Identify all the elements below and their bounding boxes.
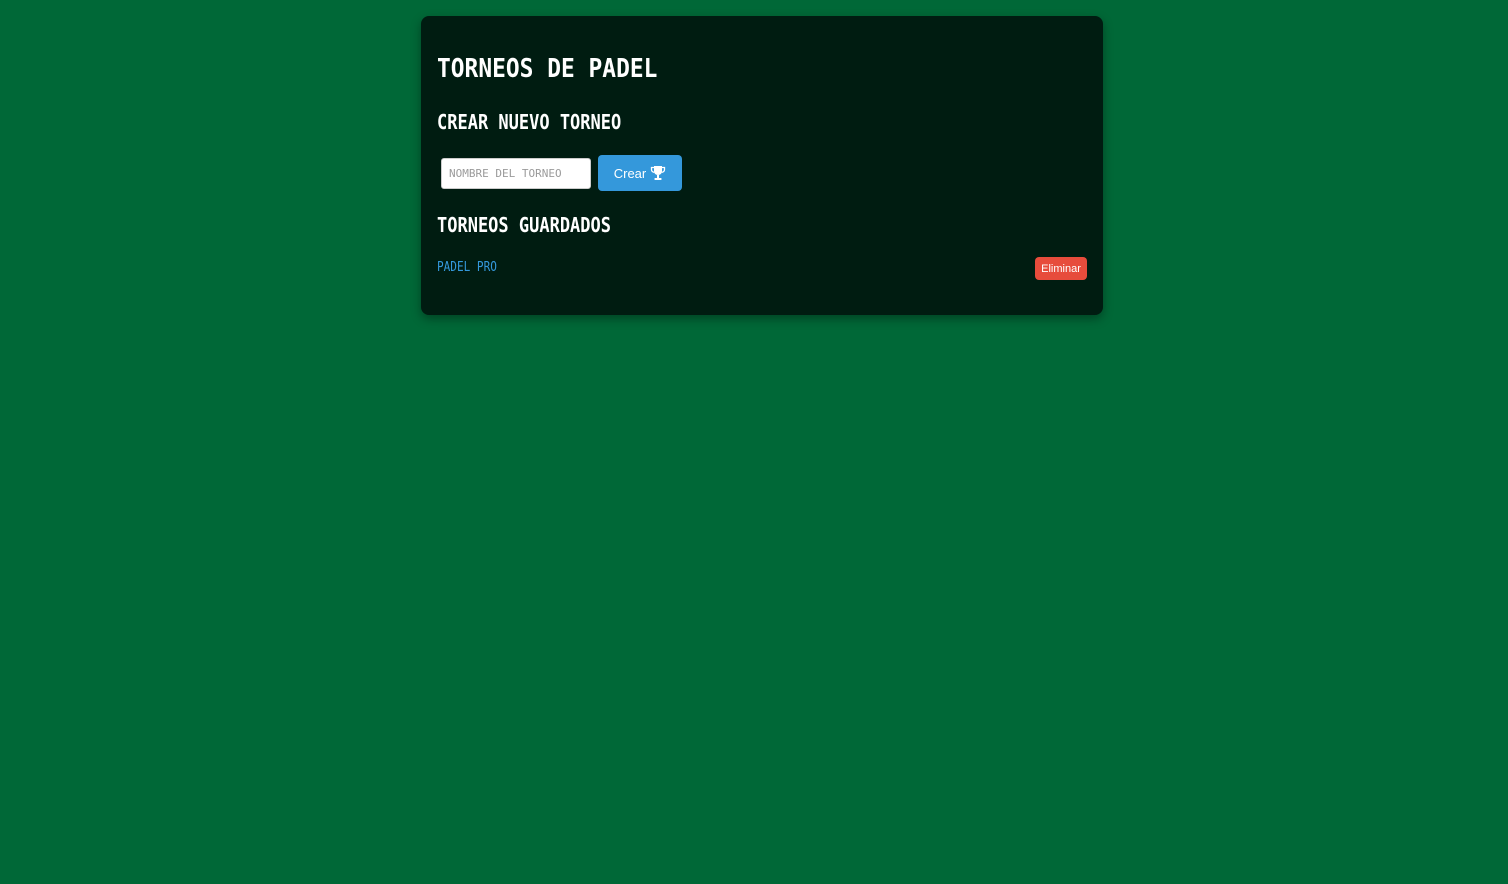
create-button-label: Crear [613, 165, 647, 181]
tournaments-card: Torneos de Padel Crear nuevo torneo Crea… [421, 16, 1103, 315]
delete-tournament-button[interactable]: Eliminar [1035, 257, 1087, 280]
trophy-icon [650, 165, 666, 181]
page-title: Torneos de Padel [437, 54, 658, 84]
list-item: Padel Pro Eliminar [437, 256, 1087, 280]
create-tournament-button[interactable]: Crear [598, 155, 682, 191]
tournament-name-input[interactable] [441, 158, 591, 189]
tournament-link[interactable]: Padel Pro [437, 260, 497, 275]
saved-tournaments-heading: Torneos guardados [437, 213, 611, 237]
create-tournament-heading: Crear nuevo torneo [437, 110, 622, 134]
